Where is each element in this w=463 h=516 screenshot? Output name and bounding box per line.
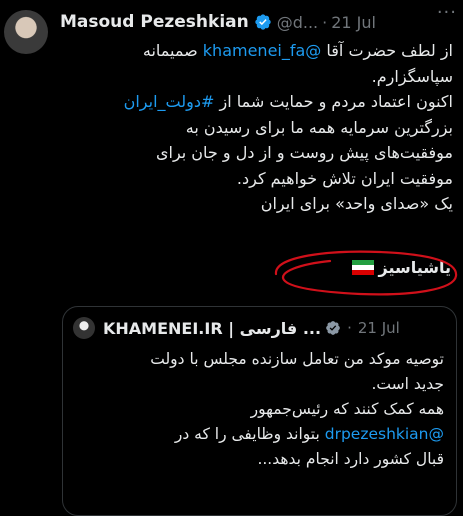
quoted-author-name[interactable]: KHAMENEI.IR | فارسی ...: [103, 319, 321, 338]
text-segment: موفقیت‌های پیش روست و از دل و جان برای: [155, 143, 453, 162]
author-handle[interactable]: @d...: [277, 13, 318, 32]
text-segment: همه کمک کنند که رئیس‌جمهور: [250, 400, 444, 418]
verified-badge-icon: [326, 321, 340, 335]
text-segment: صمیمانه: [142, 41, 203, 60]
text-segment: سپاسگزارم.: [371, 66, 453, 86]
text-segment: از لطف حضرت آقا: [321, 41, 453, 60]
tweet-line: از لطف حضرت آقا @khamenei_fa صمیمانه: [56, 38, 453, 64]
tweet-line: موفقیت ایران تلاش خواهیم کرد.: [56, 166, 453, 192]
mention-link[interactable]: @drpezeshkian: [325, 425, 444, 443]
more-options-icon[interactable]: ···: [437, 2, 457, 23]
quoted-tweet-text: توصیه موکد من تعامل سازنده مجلس با دولت …: [73, 347, 444, 472]
tweet-line: یک «صدای واحد» برای ایران: [56, 191, 453, 217]
tweet-date[interactable]: 21 Jul: [331, 13, 376, 32]
quoted-line: همه کمک کنند که رئیس‌جمهور: [73, 397, 444, 422]
quoted-tweet-date[interactable]: 21 Jul: [358, 319, 400, 337]
author-name[interactable]: Masoud Pezeshkian: [60, 12, 249, 32]
tweet-line: بزرگترین سرمایه همه ما برای رسیدن به: [56, 115, 453, 141]
tweet-header: Masoud Pezeshkian @d... · 21 Jul: [60, 8, 455, 36]
text-segment: یک «صدای واحد» برای ایران: [260, 194, 453, 213]
text-segment: توصیه موکد من تعامل سازنده مجلس با دولت: [150, 350, 444, 368]
tweet-text: از لطف حضرت آقا @khamenei_fa صمیمانه سپا…: [56, 38, 453, 217]
iran-flag-icon: [352, 260, 375, 275]
verified-badge-icon: [255, 14, 271, 30]
text-segment: موفقیت ایران تلاش خواهیم کرد.: [236, 168, 453, 188]
tweet-line: اکنون اعتماد مردم و حمایت شما از #دولت_ا…: [56, 89, 453, 115]
quoted-line: توصیه موکد من تعامل سازنده مجلس با دولت: [73, 347, 444, 372]
quoted-line: @drpezeshkian بتواند وظایفی را که در: [73, 422, 444, 447]
tweet-line: موفقیت‌های پیش روست و از دل و جان برای: [56, 140, 453, 166]
annotation-text: یاشیاسیز: [352, 258, 451, 277]
quoted-author-avatar[interactable]: [73, 317, 95, 339]
annotation-label: یاشیاسیز: [378, 258, 451, 277]
quoted-line: قبال کشور دارد انجام بدهد...: [73, 447, 444, 472]
quoted-line: جدید است.: [73, 372, 444, 397]
tweet-line: سپاسگزارم.: [56, 64, 453, 90]
quoted-separator: ·: [347, 319, 352, 337]
text-segment: اکنون اعتماد مردم و حمایت شما از: [214, 92, 453, 111]
mention-link[interactable]: @khamenei_fa: [203, 41, 322, 60]
author-avatar[interactable]: [4, 10, 48, 54]
text-segment: جدید است.: [371, 375, 444, 393]
quoted-tweet[interactable]: KHAMENEI.IR | فارسی ... · 21 Jul توصیه م…: [62, 306, 457, 516]
text-segment: قبال کشور دارد انجام بدهد...: [257, 450, 444, 468]
quoted-tweet-header: KHAMENEI.IR | فارسی ... · 21 Jul: [73, 315, 450, 341]
text-segment: بتواند وظایفی را که در: [174, 425, 325, 443]
hashtag-link[interactable]: #دولت_ایران: [124, 92, 215, 111]
text-segment: بزرگترین سرمایه همه ما برای رسیدن به: [185, 117, 453, 137]
separator-dot: ·: [322, 12, 328, 32]
